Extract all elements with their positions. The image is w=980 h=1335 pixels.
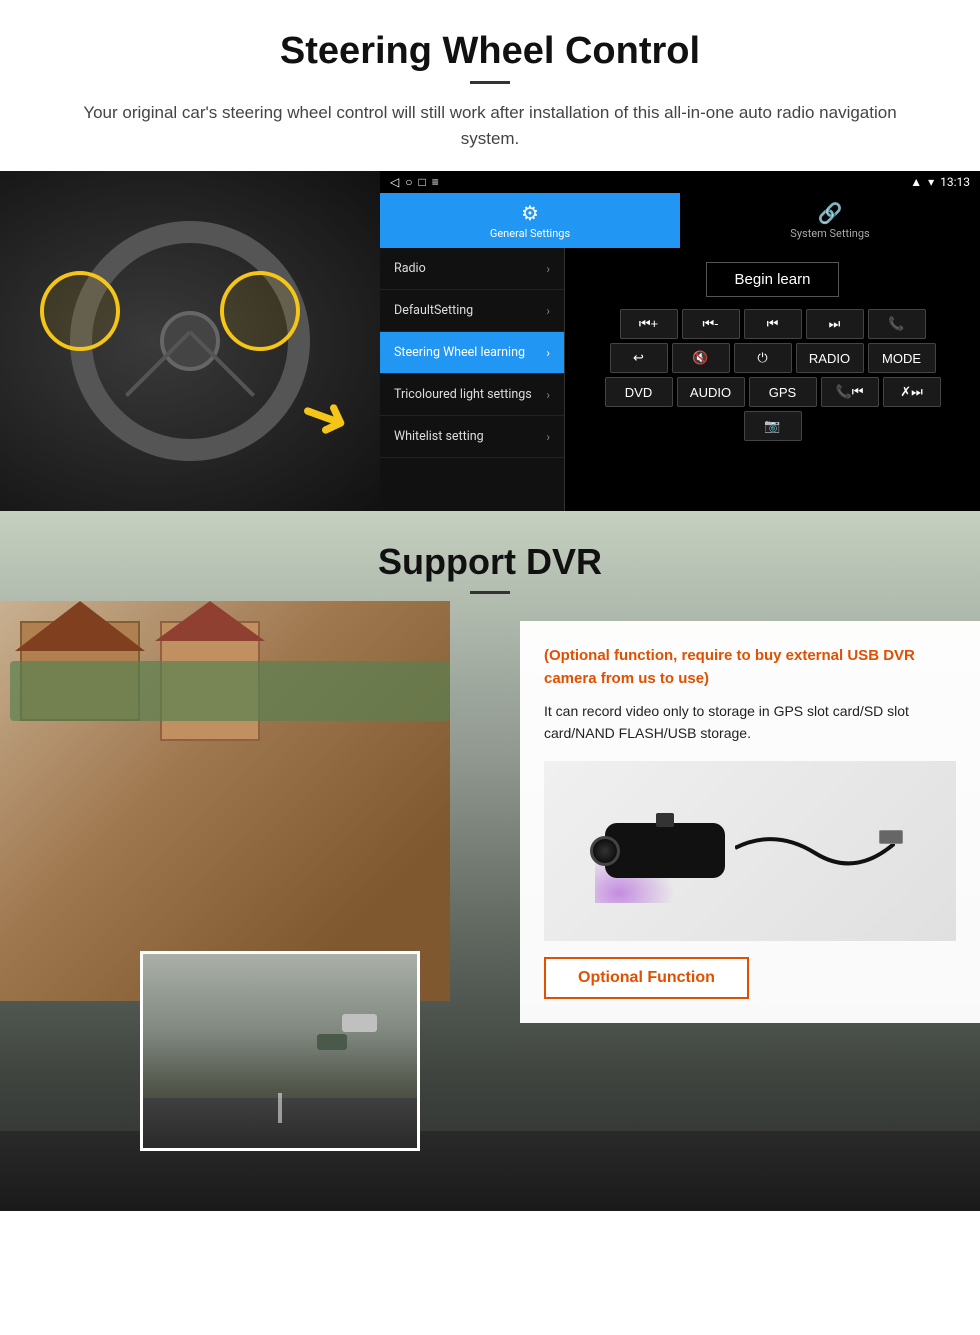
ctrl-camera[interactable]: 📷 <box>744 411 802 441</box>
tab-general-settings[interactable]: ⚙ General Settings <box>380 193 680 248</box>
ctrl-row-4: 📷 <box>571 411 974 441</box>
ctrl-phone[interactable]: 📞 <box>868 309 926 339</box>
menu-item-tricoloured[interactable]: Tricoloured light settings › <box>380 374 564 416</box>
menu-item-radio[interactable]: Radio › <box>380 248 564 290</box>
menu-arrow-icon: › <box>546 304 550 318</box>
general-settings-icon: ⚙ <box>521 201 539 225</box>
ctrl-vol-up[interactable]: ⏮+ <box>620 309 678 339</box>
android-panel: ◁ ○ □ ≡ ▲ ▾ 13:13 ⚙ General Settings 🔗 S… <box>380 171 980 511</box>
begin-learn-row: Begin learn <box>571 254 974 305</box>
ctrl-mute[interactable]: 🔇 <box>672 343 730 373</box>
ctrl-row-2: ↩ 🔇 ⏻ RADIO MODE <box>571 343 974 373</box>
yellow-circle-right <box>220 271 300 351</box>
ctrl-power[interactable]: ⏻ <box>734 343 792 373</box>
steering-subtitle: Your original car's steering wheel contr… <box>80 100 900 151</box>
dvr-description: It can record video only to storage in G… <box>544 700 956 745</box>
yellow-circle-left <box>40 271 120 351</box>
steering-title: Steering Wheel Control <box>40 30 940 73</box>
menu-whitelist-label: Whitelist setting <box>394 429 484 444</box>
menu-item-whitelist[interactable]: Whitelist setting › <box>380 416 564 458</box>
dvr-thumbnail <box>140 951 420 1151</box>
tab-system-label: System Settings <box>790 227 869 240</box>
ctrl-vol-down[interactable]: ⏮- <box>682 309 740 339</box>
ctrl-gps[interactable]: GPS <box>749 377 817 407</box>
menu-arrow-icon: › <box>546 388 550 402</box>
tab-general-label: General Settings <box>490 227 570 240</box>
android-menu: Radio › DefaultSetting › Steering Wheel … <box>380 248 980 511</box>
optional-function-button[interactable]: Optional Function <box>544 957 749 999</box>
menu-arrow-icon: › <box>546 346 550 360</box>
back-button-icon[interactable]: ◁ <box>390 175 399 189</box>
android-statusbar: ◁ ○ □ ≡ ▲ ▾ 13:13 <box>380 171 980 193</box>
dvr-background: Support DVR (Optional function, re <box>0 511 980 1211</box>
ctrl-back[interactable]: ↩ <box>610 343 668 373</box>
dvr-title-divider <box>470 591 510 594</box>
menu-arrow-icon: › <box>546 262 550 276</box>
menu-default-label: DefaultSetting <box>394 303 473 318</box>
ctrl-mode[interactable]: MODE <box>868 343 936 373</box>
system-settings-icon: 🔗 <box>818 201 843 225</box>
wifi-icon: ▾ <box>928 175 934 189</box>
ctrl-dvd[interactable]: DVD <box>605 377 673 407</box>
cable-svg <box>735 818 895 878</box>
dvr-title-block: Support DVR <box>0 511 980 606</box>
thumb-road-scene <box>143 954 417 1148</box>
title-divider <box>470 81 510 84</box>
ctrl-row-1: ⏮+ ⏮- ⏮ ⏭ 📞 <box>571 309 974 339</box>
menu-tricoloured-label: Tricoloured light settings <box>394 387 532 402</box>
menu-icon[interactable]: ≡ <box>432 175 439 189</box>
ctrl-audio[interactable]: AUDIO <box>677 377 745 407</box>
steering-section: Steering Wheel Control Your original car… <box>0 0 980 151</box>
control-grid: ⏮+ ⏮- ⏮ ⏭ 📞 ↩ 🔇 ⏻ RADIO MODE DVD <box>571 309 974 441</box>
steering-image-wrapper: ➜ ◁ ○ □ ≡ ▲ ▾ 13:13 ⚙ General Settings 🔗… <box>0 171 980 511</box>
menu-item-default[interactable]: DefaultSetting › <box>380 290 564 332</box>
wheel-background: ➜ <box>0 171 380 511</box>
statusbar-time: 13:13 <box>940 175 970 189</box>
dvr-info-card: (Optional function, require to buy exter… <box>520 621 980 1023</box>
menu-content: Begin learn ⏮+ ⏮- ⏮ ⏭ 📞 ↩ 🔇 ⏻ RADIO <box>565 248 980 511</box>
begin-learn-button[interactable]: Begin learn <box>706 262 840 297</box>
dvr-section: Support DVR (Optional function, re <box>0 511 980 1211</box>
ctrl-prev[interactable]: ⏮ <box>744 309 802 339</box>
camera-lens-icon <box>590 836 620 866</box>
tab-system-settings[interactable]: 🔗 System Settings <box>680 193 980 248</box>
steering-photo: ➜ <box>0 171 380 511</box>
ctrl-phone-prev[interactable]: 📞⏮ <box>821 377 879 407</box>
ctrl-next[interactable]: ⏭ <box>806 309 864 339</box>
menu-radio-label: Radio <box>394 261 426 276</box>
android-tabs: ⚙ General Settings 🔗 System Settings <box>380 193 980 248</box>
dvr-title: Support DVR <box>0 541 980 583</box>
menu-arrow-icon: › <box>546 430 550 444</box>
camera-body <box>605 823 725 878</box>
dvr-camera-illustration <box>544 761 956 941</box>
ctrl-radio[interactable]: RADIO <box>796 343 864 373</box>
dvr-optional-text: (Optional function, require to buy exter… <box>544 645 956 690</box>
square-button-icon[interactable]: □ <box>418 175 425 189</box>
ctrl-row-3: DVD AUDIO GPS 📞⏮ ✗⏭ <box>571 377 974 407</box>
ctrl-x-next[interactable]: ✗⏭ <box>883 377 941 407</box>
home-button-icon[interactable]: ○ <box>405 175 412 189</box>
wheel-center <box>160 311 220 371</box>
menu-list: Radio › DefaultSetting › Steering Wheel … <box>380 248 565 511</box>
menu-steering-label: Steering Wheel learning <box>394 345 525 360</box>
houses-scene <box>0 601 450 1001</box>
menu-item-steering[interactable]: Steering Wheel learning › <box>380 332 564 374</box>
signal-icon: ▲ <box>910 175 922 189</box>
